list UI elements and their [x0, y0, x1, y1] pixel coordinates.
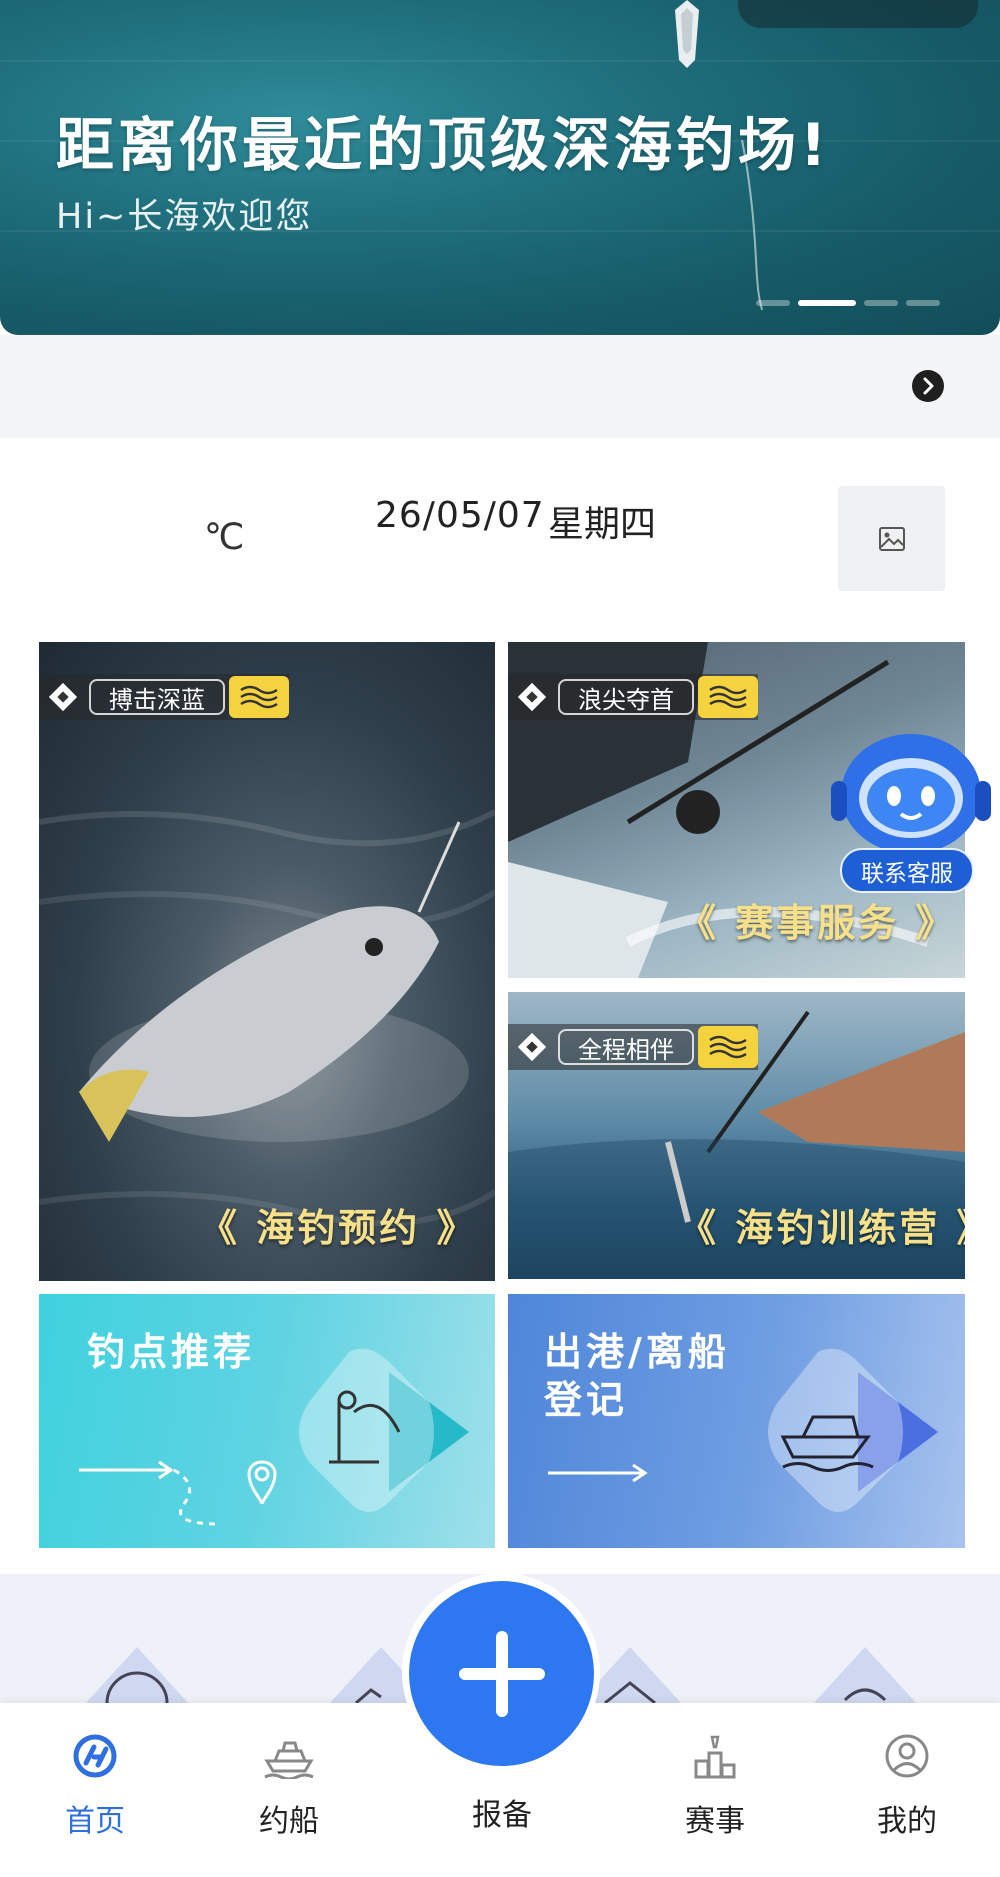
hero-banner[interactable]: 距离你最近的顶级深海钓场! Hi~长海欢迎您 [0, 0, 1000, 335]
home-icon [30, 1730, 160, 1782]
tile-title-line1: 出港/离船 [544, 1330, 730, 1374]
carousel-indicator[interactable] [756, 300, 940, 306]
plus-icon [458, 1630, 545, 1717]
ship-badge-icon [768, 1348, 938, 1512]
card-caption: 《 海钓训练营 》 [678, 1206, 965, 1250]
diamond-icon [47, 681, 79, 713]
card-fishing-booking[interactable]: 搏击深蓝 《 海钓预约 》 [39, 642, 495, 1281]
tile-title-line2: 登记 [544, 1378, 629, 1422]
fish-icon[interactable] [810, 1645, 920, 1705]
boat-icon [675, 0, 699, 68]
banner-title: 距离你最近的顶级深海钓场! [56, 111, 831, 179]
angler-badge-icon [299, 1348, 469, 1512]
compass-icon[interactable] [82, 1645, 192, 1705]
card-tag: 浪尖夺首 [508, 674, 758, 720]
banner-subtitle: Hi~长海欢迎您 [56, 197, 313, 237]
tile-title: 钓点推荐 [87, 1330, 256, 1374]
tab-boat-label: 约船 [259, 1804, 319, 1839]
temperature-unit: ℃ [204, 517, 245, 558]
tab-boat[interactable]: 约船 [224, 1730, 354, 1840]
tab-report-label[interactable]: 报备 [440, 1790, 564, 1834]
weekday-text: 星期四 [548, 504, 657, 545]
tab-profile[interactable]: 我的 [842, 1730, 972, 1840]
date-text: 26/05/07 [375, 495, 545, 536]
tile-port-registration[interactable]: 出港/离船 登记 [508, 1294, 965, 1548]
wave-icon [698, 1026, 758, 1068]
card-tag: 搏击深蓝 [39, 674, 289, 720]
carousel-dot-active[interactable] [798, 300, 856, 306]
wave-icon [698, 676, 758, 718]
tab-home-label: 首页 [65, 1804, 125, 1839]
chevron-right-icon[interactable] [912, 370, 944, 402]
tab-events[interactable]: 赛事 [650, 1730, 780, 1840]
report-add-button[interactable] [409, 1581, 594, 1766]
podium-icon [650, 1730, 780, 1782]
user-icon [842, 1730, 972, 1782]
carousel-dot[interactable] [906, 300, 940, 306]
card-caption: 《 海钓预约 》 [199, 1206, 478, 1250]
diamond-icon [516, 681, 548, 713]
card-tag-label: 搏击深蓝 [89, 679, 225, 715]
top-status-pill [738, 0, 978, 28]
carousel-dot[interactable] [864, 300, 898, 306]
notice-bar[interactable] [0, 335, 1000, 438]
tab-home[interactable]: 首页 [30, 1730, 160, 1840]
boat-icon [224, 1730, 354, 1782]
card-caption: 《 赛事服务 》 [678, 901, 957, 945]
tile-fishing-spot[interactable]: 钓点推荐 [39, 1294, 495, 1548]
tab-profile-label: 我的 [877, 1804, 937, 1839]
carousel-dot[interactable] [756, 300, 790, 306]
wave-icon [229, 676, 289, 718]
diamond-icon [516, 1031, 548, 1063]
card-tag-label: 全程相伴 [558, 1029, 694, 1065]
card-tag-label: 浪尖夺首 [558, 679, 694, 715]
card-tag: 全程相伴 [508, 1024, 758, 1070]
image-placeholder-icon [838, 486, 945, 591]
tab-events-label: 赛事 [685, 1804, 745, 1839]
card-training-camp[interactable]: 全程相伴 《 海钓训练营 》 [508, 992, 965, 1279]
fish-illustration [39, 809, 495, 1227]
arrow-right-icon [548, 1463, 648, 1483]
contact-service-button[interactable]: 联系客服 [840, 848, 974, 893]
